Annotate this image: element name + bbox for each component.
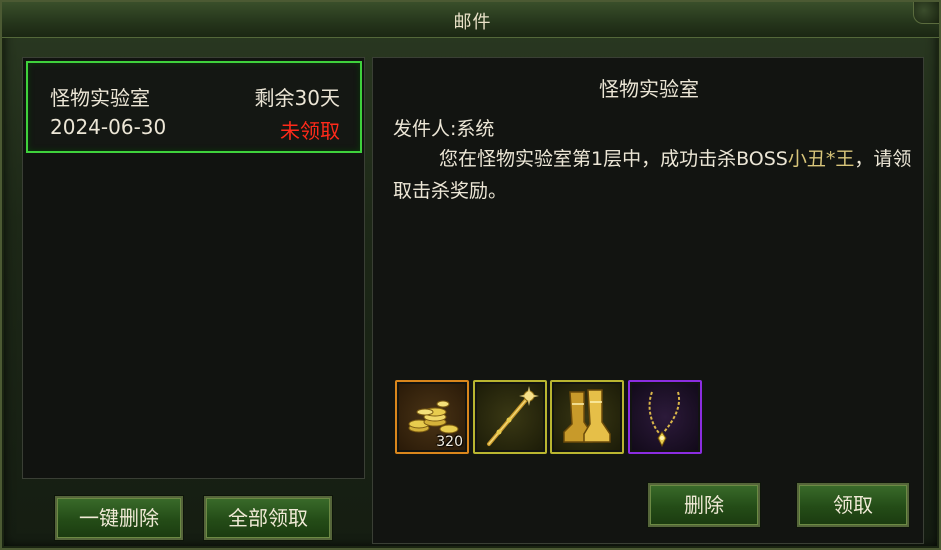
attachment-slot-necklace[interactable] xyxy=(628,380,702,454)
mail-item-date: 2024-06-30 xyxy=(50,115,167,139)
claim-all-button[interactable]: 全部领取 xyxy=(203,495,333,541)
mail-list-panel: 怪物实验室 剩余30天 2024-06-30 未领取 xyxy=(22,57,365,479)
mail-detail-panel: 怪物实验室 发件人:系统 您在怪物实验室第1层中，成功击杀BOSS小丑*王，请领… xyxy=(372,57,924,544)
claim-button[interactable]: 领取 xyxy=(796,482,910,528)
gold-necklace-icon xyxy=(648,391,680,448)
mail-detail-title: 怪物实验室 xyxy=(599,77,699,101)
boss-name: 小丑*王 xyxy=(787,148,855,170)
mail-window: 邮件 怪物实验室 剩余30天 2024-06-30 未领取 怪物实验室 发件人:… xyxy=(0,0,941,550)
delete-button[interactable]: 删除 xyxy=(647,482,761,528)
mail-body: 您在怪物实验室第1层中，成功击杀BOSS小丑*王，请领取击杀奖励。 xyxy=(393,143,913,207)
mail-item-status: 未领取 xyxy=(280,119,340,143)
delete-all-button[interactable]: 一键删除 xyxy=(54,495,184,541)
window-title: 邮件 xyxy=(453,12,492,33)
attachment-quantity: 320 xyxy=(436,434,463,450)
golden-boots-icon xyxy=(563,389,611,443)
mail-item-remaining-days: 剩余30天 xyxy=(254,86,340,110)
mail-list-item[interactable]: 怪物实验室 剩余30天 2024-06-30 未领取 xyxy=(26,61,362,153)
attachment-slot-gold[interactable]: 320 xyxy=(395,380,469,454)
mail-body-text: 您在怪物实验室第1层中，成功击杀BOSS xyxy=(439,148,788,170)
mail-sender: 发件人:系统 xyxy=(393,118,495,140)
golden-staff-icon xyxy=(487,386,539,446)
attachment-slot-staff[interactable] xyxy=(473,380,547,454)
close-button[interactable] xyxy=(913,2,939,24)
attachment-slot-boots[interactable] xyxy=(550,380,624,454)
mail-item-subject: 怪物实验室 xyxy=(50,86,150,110)
